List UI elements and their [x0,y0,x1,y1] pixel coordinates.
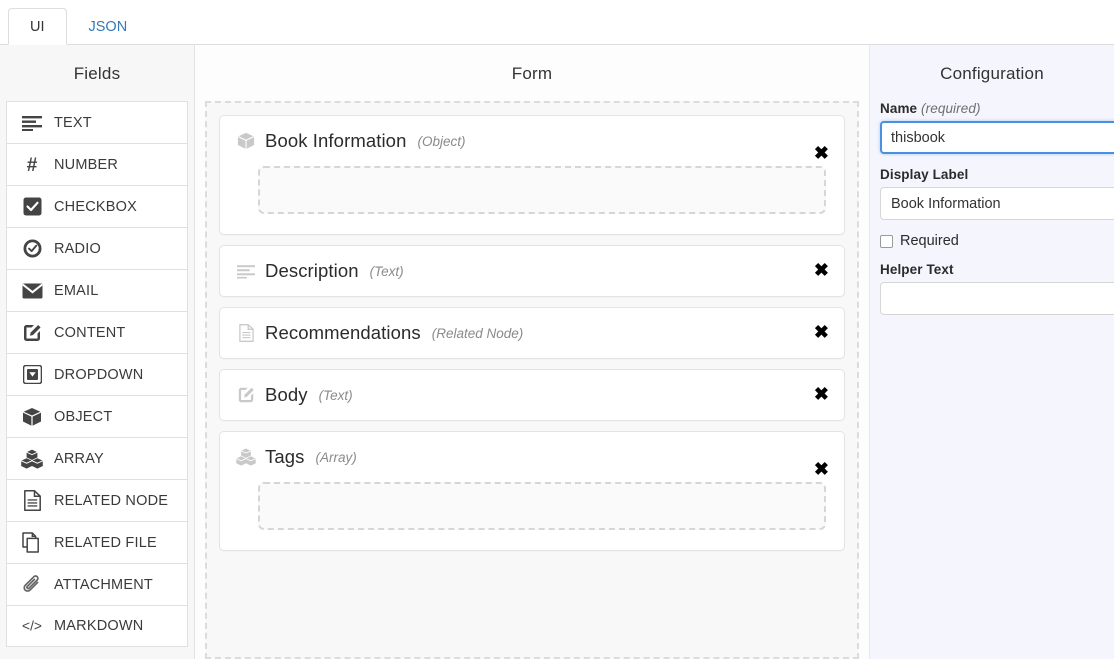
palette-item-label: ARRAY [54,451,104,467]
form-field-title: Tags [265,446,304,468]
palette-item-label: OBJECT [54,409,112,425]
remove-field-button[interactable]: ✖ [814,323,829,341]
palette-item-related-file[interactable]: RELATED FILE [6,521,188,563]
fields-panel: Fields TEXT # NUMBER CHECKBOX [0,45,195,659]
form-field-title: Description [265,260,359,282]
main-layout: Fields TEXT # NUMBER CHECKBOX [0,45,1114,659]
palette-item-label: NUMBER [54,157,118,173]
text-lines-icon [21,112,43,134]
palette-item-dropdown[interactable]: DROPDOWN [6,353,188,395]
form-field-card[interactable]: Book Information (Object) ✖ [219,115,845,235]
palette-item-label: TEXT [54,115,92,131]
svg-text:</>: </> [22,619,42,634]
text-lines-icon [236,261,256,281]
fields-panel-title: Fields [0,45,194,101]
form-field-card[interactable]: Recommendations (Related Node) ✖ [219,307,845,359]
tab-strip: UI JSON [0,0,1114,45]
name-field-label-text: Name [880,101,917,116]
palette-item-label: CHECKBOX [54,199,137,215]
palette-item-content[interactable]: CONTENT [6,311,188,353]
name-input[interactable] [880,121,1114,154]
form-field-card[interactable]: Description (Text) ✖ [219,245,845,297]
form-field-card[interactable]: Body (Text) ✖ [219,369,845,421]
palette-item-object[interactable]: OBJECT [6,395,188,437]
palette-item-label: DROPDOWN [54,367,143,383]
tab-json[interactable]: JSON [67,8,150,46]
name-field-label: Name (required) [880,101,1114,116]
palette-item-label: CONTENT [54,325,125,341]
hash-icon: # [21,154,43,176]
palette-item-label: RADIO [54,241,101,257]
pencil-square-icon [236,385,256,405]
remove-field-button[interactable]: ✖ [814,144,829,162]
palette-item-label: EMAIL [54,283,99,299]
document-lines-icon [236,323,256,343]
required-checkbox-row[interactable]: Required [880,233,1114,249]
form-field-header: Book Information (Object) [236,130,828,152]
form-panel: Form Book Information (Object) ✖ [195,45,870,659]
remove-field-button[interactable]: ✖ [814,261,829,279]
configuration-form: Name (required) Display Label Required H… [870,101,1114,328]
palette-item-related-node[interactable]: RELATED NODE [6,479,188,521]
form-field-card[interactable]: Tags (Array) ✖ [219,431,845,551]
remove-field-button[interactable]: ✖ [814,385,829,403]
palette-item-number[interactable]: # NUMBER [6,143,188,185]
svg-text:#: # [27,155,38,175]
helper-text-field-label: Helper Text [880,262,1114,277]
form-field-type: (Related Node) [432,326,524,341]
form-field-title: Book Information [265,130,406,152]
display-label-field-label: Display Label [880,167,1114,182]
palette-item-radio[interactable]: RADIO [6,227,188,269]
paperclip-icon [21,574,43,596]
configuration-panel: Configuration Name (required) Display La… [870,45,1114,659]
nested-field-dropzone[interactable] [258,482,826,530]
palette-item-label: MARKDOWN [54,618,143,634]
code-brackets-icon: </> [21,615,43,637]
form-field-type: (Text) [319,388,353,403]
form-field-type: (Object) [417,134,465,149]
tab-ui[interactable]: UI [8,8,67,46]
cube-icon [21,406,43,428]
palette-item-label: RELATED NODE [54,493,168,509]
pencil-square-icon [21,322,43,344]
helper-text-input[interactable] [880,282,1114,315]
palette-item-text[interactable]: TEXT [6,101,188,143]
cubes-icon [236,447,256,467]
form-field-header: Body (Text) [236,384,828,406]
form-field-title: Body [265,384,308,406]
field-palette-list: TEXT # NUMBER CHECKBOX RADIO [0,101,194,659]
form-field-header: Tags (Array) [236,446,828,468]
palette-item-email[interactable]: EMAIL [6,269,188,311]
palette-item-attachment[interactable]: ATTACHMENT [6,563,188,605]
document-lines-icon [21,490,43,512]
palette-item-checkbox[interactable]: CHECKBOX [6,185,188,227]
form-field-title: Recommendations [265,322,421,344]
form-field-header: Recommendations (Related Node) [236,322,828,344]
dropdown-caret-box-icon [21,364,43,386]
required-checkbox[interactable] [880,235,893,248]
configuration-panel-title: Configuration [870,45,1114,101]
palette-item-label: RELATED FILE [54,535,157,551]
remove-field-button[interactable]: ✖ [814,460,829,478]
nested-field-dropzone[interactable] [258,166,826,214]
form-dropzone-canvas[interactable]: Book Information (Object) ✖ Description … [205,101,859,659]
form-field-type: (Array) [315,450,356,465]
envelope-icon [21,280,43,302]
copy-files-icon [21,532,43,554]
form-field-header: Description (Text) [236,260,828,282]
palette-item-markdown[interactable]: </> MARKDOWN [6,605,188,647]
display-label-input[interactable] [880,187,1114,220]
radio-check-circle-icon [21,238,43,260]
palette-item-array[interactable]: ARRAY [6,437,188,479]
cube-icon [236,131,256,151]
form-field-type: (Text) [370,264,404,279]
checkbox-checked-icon [21,196,43,218]
palette-item-label: ATTACHMENT [54,577,153,593]
form-panel-title: Form [195,45,869,101]
cubes-icon [21,448,43,470]
required-checkbox-label: Required [900,233,959,249]
name-field-required-note: (required) [921,101,981,116]
